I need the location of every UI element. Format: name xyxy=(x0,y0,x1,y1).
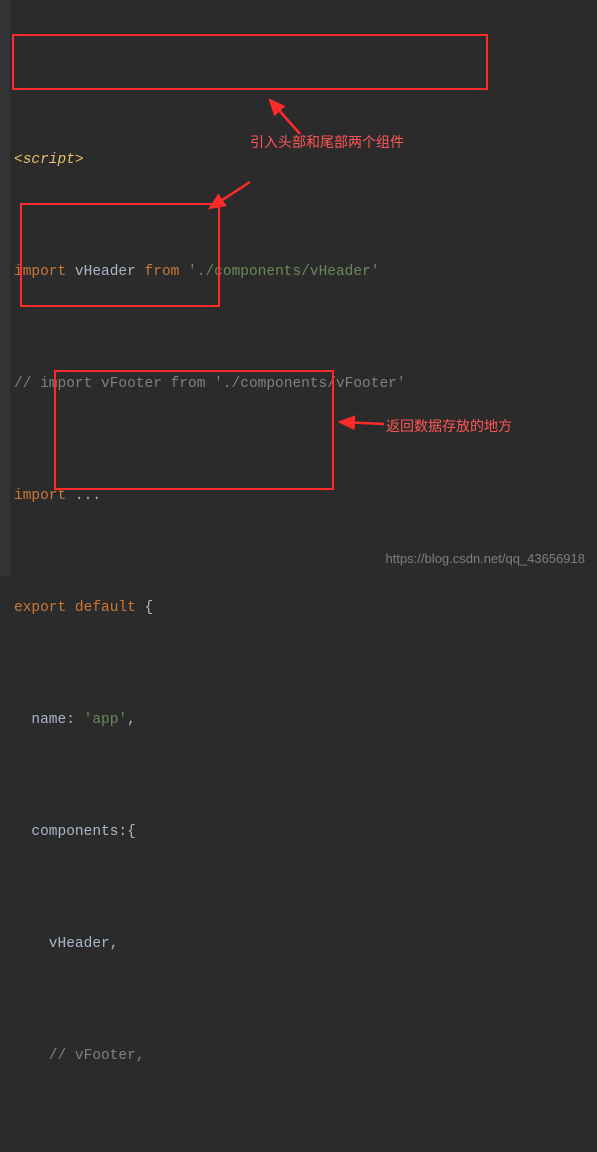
code-line: // import vFooter from './components/vFo… xyxy=(10,370,597,398)
annotation-mid: 返回数据存放的地方 xyxy=(386,416,512,436)
code-line: export default { xyxy=(10,594,597,622)
annotation-top: 引入头部和尾部两个组件 xyxy=(250,132,404,152)
code-line: import vHeader from './components/vHeade… xyxy=(10,258,597,286)
code-editor: <script> import vHeader from './componen… xyxy=(0,0,597,1152)
code-line: import ... xyxy=(10,482,597,510)
script-tag: <script> xyxy=(14,152,84,168)
watermark: https://blog.csdn.net/qq_43656918 xyxy=(386,551,586,566)
code-line: components:{ xyxy=(10,818,597,846)
code-line: // vFooter, xyxy=(10,1042,597,1070)
code-line: vHeader, xyxy=(10,930,597,958)
code-line: name: 'app', xyxy=(10,706,597,734)
